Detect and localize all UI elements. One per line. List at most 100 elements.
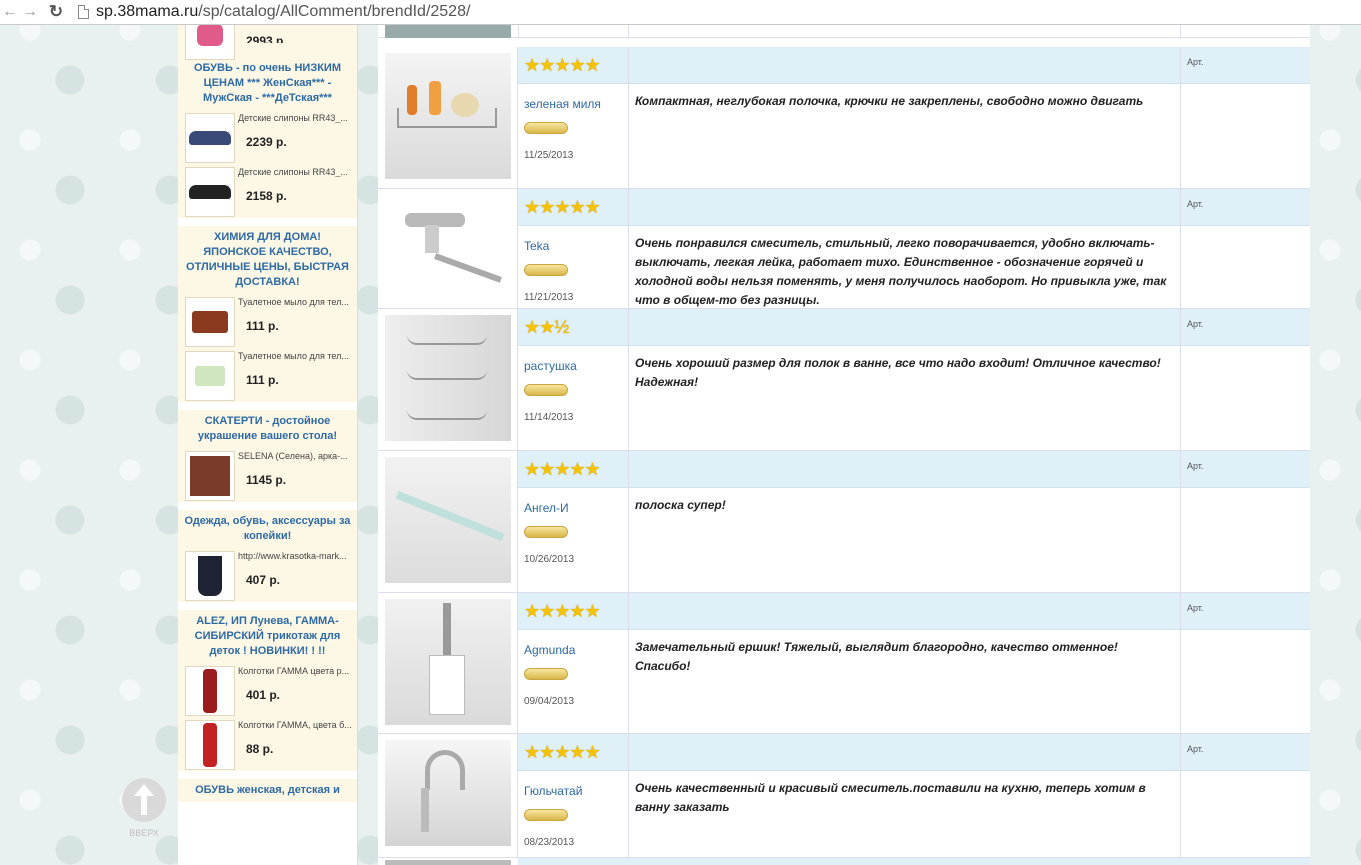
product-thumbnail[interactable] — [185, 720, 235, 770]
product-thumbnail[interactable] — [185, 167, 235, 217]
product-price: 2158 р. — [246, 189, 287, 203]
address-bar[interactable]: sp.38mama.ru/sp/catalog/AllComment/brend… — [96, 3, 470, 21]
product-thumbnail[interactable] — [185, 666, 235, 716]
review-date: 11/14/2013 — [524, 412, 574, 423]
article-label: Арт. — [1187, 461, 1204, 471]
sidebar-category[interactable]: ALEZ, ИП Лунева, ГАММА-СИБИРСКИЙ трикота… — [178, 610, 357, 663]
review-date: 10/26/2013 — [524, 554, 575, 565]
rating-stars: ★★★★★ — [524, 742, 601, 762]
product-image[interactable] — [385, 315, 511, 441]
rating-stars: ★★★★★ — [524, 459, 601, 479]
sidebar-product[interactable]: 2993 р. — [178, 25, 357, 60]
sidebar-product[interactable]: http://www.krasotka-mark... 407 р. — [178, 548, 357, 602]
sidebar-product[interactable]: Туалетное мыло для тел... 111 р. — [178, 348, 357, 402]
review-row: ★★½ Арт. растушка 11/14/2013 Очень хорош… — [378, 309, 1310, 451]
product-price: 111 р. — [246, 373, 279, 387]
category-title[interactable]: ХИМИЯ ДЛЯ ДОМА! ЯПОНСКОЕ КАЧЕСТВО, ОТЛИЧ… — [184, 230, 351, 290]
product-name[interactable]: Детские слипоны RR43_... — [238, 113, 357, 123]
product-thumbnail[interactable] — [185, 551, 235, 601]
review-author[interactable]: Гюльчатай — [524, 784, 582, 798]
category-title[interactable]: ОБУВЬ - по очень НИЗКИМ ЦЕНАМ *** ЖенСка… — [184, 61, 351, 106]
review-author[interactable]: Agmunda — [524, 643, 575, 657]
product-price: 111 р. — [246, 319, 279, 333]
review-text: Компактная, неглубокая полочка, крючки н… — [635, 94, 1144, 108]
product-name[interactable]: Туалетное мыло для тел... — [238, 351, 357, 361]
rating-stars: ★★★★★ — [524, 55, 601, 75]
sidebar-product[interactable]: Туалетное мыло для тел... 111 р. — [178, 294, 357, 348]
product-name[interactable]: SELENA (Селена), арка-... — [238, 451, 357, 461]
review-author[interactable]: зеленая миля — [524, 97, 601, 111]
product-price: 2239 р. — [246, 135, 287, 149]
product-thumbnail[interactable] — [185, 297, 235, 347]
article-label: Арт. — [1187, 744, 1204, 754]
rating-stars: ★★★★★ — [524, 197, 601, 217]
product-name[interactable]: Колготки ГАММА цвета р... — [238, 666, 357, 676]
browser-toolbar: ← → ↻ sp.38mama.ru/sp/catalog/AllComment… — [0, 0, 1361, 25]
product-image[interactable] — [385, 53, 511, 179]
review-row: ★★★★★ Арт. Agmunda 09/04/2013 Замечатель… — [378, 593, 1310, 734]
reload-icon[interactable]: ↻ — [46, 2, 66, 22]
review-row: ★★★★★ Арт. зеленая миля 11/25/2013 Компа… — [378, 47, 1310, 189]
scroll-up-button[interactable]: ВВЕРХ — [120, 778, 168, 838]
user-rank-badge — [524, 809, 568, 821]
product-name[interactable]: Колготки ГАММА, цвета б... — [238, 720, 357, 730]
product-image[interactable] — [385, 599, 511, 725]
sidebar-product[interactable]: Колготки ГАММА цвета р... 401 р. — [178, 663, 357, 717]
reviews-table: ★★★★★ Арт. зеленая миля 11/25/2013 Компа… — [378, 25, 1310, 865]
review-date: 08/23/2013 — [524, 837, 575, 848]
user-rank-badge — [524, 526, 568, 538]
category-title[interactable]: ОБУВЬ женская, детская и — [184, 783, 351, 798]
review-author[interactable]: растушка — [524, 359, 577, 373]
sidebar-product[interactable]: Колготки ГАММА, цвета б... 88 р. — [178, 717, 357, 771]
product-thumbnail[interactable] — [185, 113, 235, 163]
sidebar-category[interactable]: СКАТЕРТИ - достойное украшение вашего ст… — [178, 410, 357, 448]
review-date: 09/04/2013 — [524, 696, 575, 707]
product-name[interactable]: http://www.krasotka-mark... — [238, 551, 357, 561]
user-rank-badge — [524, 264, 568, 276]
review-row: ★★★★★ Арт. Teka 11/21/2013 Очень понрави… — [378, 189, 1310, 309]
product-image[interactable] — [385, 740, 511, 846]
product-name[interactable]: Детские слипоны RR43_... — [238, 167, 357, 177]
sidebar-product[interactable]: SELENA (Селена), арка-... 1145 р. — [178, 448, 357, 502]
review-text: Очень качественный и красивый смеситель.… — [635, 781, 1146, 814]
category-title[interactable]: Одежда, обувь, аксессуары за копейки! — [184, 514, 351, 544]
user-rank-badge — [524, 668, 568, 680]
article-label: Арт. — [1187, 319, 1204, 329]
review-text: Очень хороший размер для полок в ванне, … — [635, 356, 1161, 389]
product-price: 407 р. — [246, 573, 281, 587]
up-arrow-icon — [122, 778, 166, 822]
product-image[interactable] — [385, 195, 511, 303]
product-thumbnail[interactable] — [185, 25, 235, 60]
sidebar-product[interactable]: Детские слипоны RR43_... 2158 р. — [178, 164, 357, 218]
sidebar-category[interactable]: ОБУВЬ женская, детская и — [178, 779, 357, 802]
article-label: Арт. — [1187, 57, 1204, 67]
category-title[interactable]: СКАТЕРТИ - достойное украшение вашего ст… — [184, 414, 351, 444]
rating-stars: ★★★★★ — [524, 601, 601, 621]
previous-row-edge — [378, 25, 1310, 38]
scroll-up-label: ВВЕРХ — [129, 828, 159, 838]
sidebar-category[interactable]: ХИМИЯ ДЛЯ ДОМА! ЯПОНСКОЕ КАЧЕСТВО, ОТЛИЧ… — [178, 226, 357, 294]
review-text: Замечательный ершик! Тяжелый, выглядит б… — [635, 640, 1118, 673]
article-label: Арт. — [1187, 603, 1204, 613]
sidebar-category[interactable]: Одежда, обувь, аксессуары за копейки! — [178, 510, 357, 548]
review-date: 11/25/2013 — [524, 150, 574, 161]
review-date: 11/21/2013 — [524, 292, 574, 303]
product-thumbnail[interactable] — [185, 451, 235, 501]
back-arrow-icon[interactable]: ← — [0, 2, 20, 22]
product-image[interactable] — [385, 457, 511, 583]
sidebar-category[interactable]: ОБУВЬ - по очень НИЗКИМ ЦЕНАМ *** ЖенСка… — [178, 57, 357, 110]
url-path: /sp/catalog/AllComment/brendId/2528/ — [198, 3, 471, 20]
review-author[interactable]: Ангел-И — [524, 501, 569, 515]
product-price: 88 р. — [246, 742, 274, 756]
page-icon — [78, 5, 89, 19]
sidebar: 2993 р. ОБУВЬ - по очень НИЗКИМ ЦЕНАМ **… — [178, 25, 358, 865]
review-author[interactable]: Teka — [524, 239, 549, 253]
product-price: 1145 р. — [246, 473, 287, 487]
forward-arrow-icon[interactable]: → — [20, 2, 40, 22]
product-name[interactable]: Туалетное мыло для тел... — [238, 297, 357, 307]
category-title[interactable]: ALEZ, ИП Лунева, ГАММА-СИБИРСКИЙ трикота… — [184, 614, 351, 659]
user-rank-badge — [524, 122, 568, 134]
sidebar-product[interactable]: Детские слипоны RR43_... 2239 р. — [178, 110, 357, 164]
product-price: 401 р. — [246, 688, 281, 702]
product-thumbnail[interactable] — [185, 351, 235, 401]
